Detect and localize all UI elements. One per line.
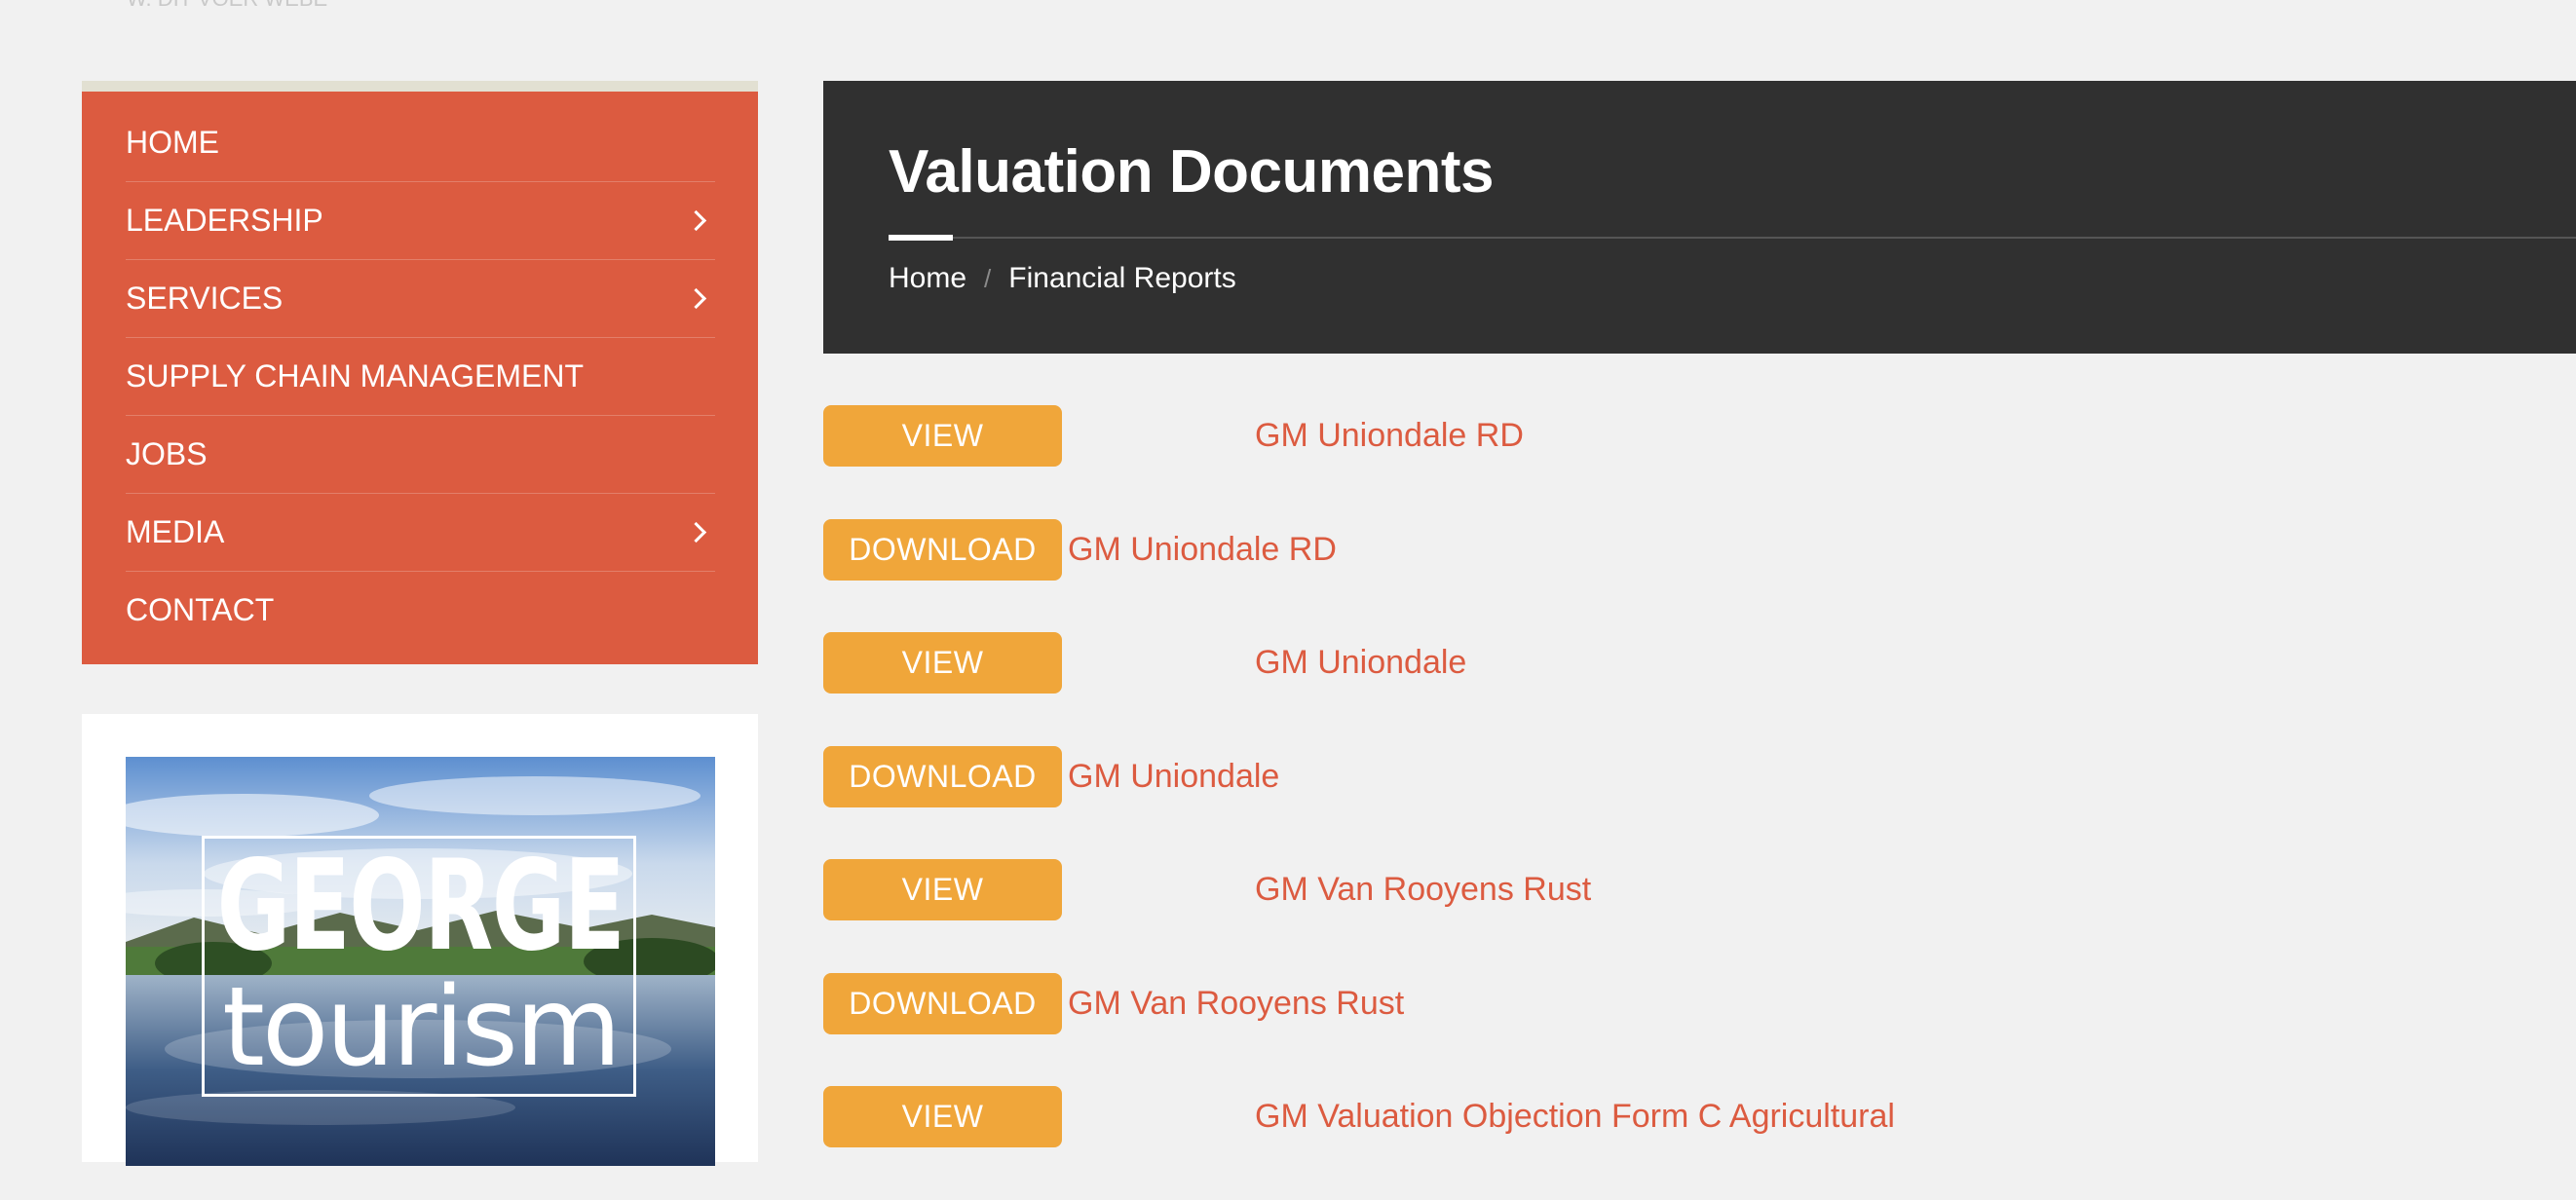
nav-item-leadership[interactable]: LEADERSHIP [126,182,715,260]
title-divider [889,237,2576,239]
nav-item-label: SERVICES [126,281,284,316]
nav-item-home[interactable]: HOME [126,104,715,182]
nav-item-label: SUPPLY CHAIN MANAGEMENT [126,358,585,394]
document-row: DOWNLOAD GM Uniondale [823,745,2576,860]
chevron-right-icon [685,287,707,310]
document-link[interactable]: GM Uniondale [1068,746,1279,807]
nav-item-media[interactable]: MEDIA [126,494,715,572]
page-header: Valuation Documents Home / Financial Rep… [823,81,2576,354]
breadcrumb-home[interactable]: Home [889,262,966,295]
nav-item-label: CONTACT [126,592,275,627]
breadcrumb-separator: / [984,263,992,293]
document-row: VIEW GM Uniondale [823,632,2576,746]
document-row: VIEW GM Valuation Objection Form C Agric… [823,1086,2576,1200]
view-button[interactable]: VIEW [823,859,1062,920]
logo-tourism-text: tourism [221,964,622,1091]
breadcrumb-current[interactable]: Financial Reports [1008,262,1235,295]
nav-item-jobs[interactable]: JOBS [126,416,715,494]
document-link[interactable]: GM Uniondale RD [1255,405,1524,467]
download-button[interactable]: DOWNLOAD [823,518,1062,581]
document-list: VIEW GM Uniondale RD DOWNLOAD GM Unionda… [823,405,2576,1200]
document-link[interactable]: GM Uniondale RD [1068,519,1337,581]
document-link[interactable]: GM Valuation Objection Form C Agricultur… [1255,1086,1895,1147]
download-button[interactable]: DOWNLOAD [823,745,1062,807]
document-row: DOWNLOAD GM Van Rooyens Rust [823,972,2576,1087]
breadcrumb: Home / Financial Reports [889,262,1236,295]
nav-item-label: JOBS [126,436,208,471]
chevron-right-icon [685,209,707,232]
document-link[interactable]: GM Uniondale [1255,632,1466,694]
sidebar-nav: HOME LEADERSHIP SERVICES SUPPLY CHAIN MA… [82,81,758,664]
chevron-right-icon [685,521,707,544]
nav-item-label: HOME [126,125,219,160]
george-tourism-banner[interactable]: GEORGE tourism [126,757,715,1166]
title-accent [889,235,953,241]
nav-item-services[interactable]: SERVICES [126,260,715,338]
view-button[interactable]: VIEW [823,1086,1062,1147]
download-button[interactable]: DOWNLOAD [823,972,1062,1034]
document-link[interactable]: GM Van Rooyens Rust [1255,859,1591,920]
nav-menu: HOME LEADERSHIP SERVICES SUPPLY CHAIN MA… [82,92,758,664]
nav-item-supply-chain-management[interactable]: SUPPLY CHAIN MANAGEMENT [126,338,715,416]
top-cut-text: W. DIT VOER WEBE [127,0,327,12]
nav-item-contact[interactable]: CONTACT [126,572,715,649]
nav-item-label: LEADERSHIP [126,203,323,238]
document-row: DOWNLOAD GM Uniondale RD [823,518,2576,633]
logo-george-text: GEORGE [216,834,625,979]
nav-top-border [82,81,758,92]
page-title: Valuation Documents [889,138,1494,206]
document-row: VIEW GM Uniondale RD [823,405,2576,519]
tourism-widget: GEORGE tourism [82,714,758,1166]
view-button[interactable]: VIEW [823,632,1062,694]
view-button[interactable]: VIEW [823,405,1062,467]
nav-item-label: MEDIA [126,514,225,549]
document-row: VIEW GM Van Rooyens Rust [823,859,2576,973]
document-link[interactable]: GM Van Rooyens Rust [1068,973,1404,1034]
